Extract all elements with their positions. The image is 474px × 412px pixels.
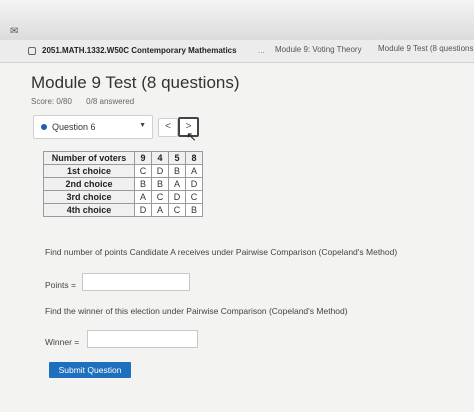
table-cell: B [168, 164, 186, 178]
mouse-cursor-icon: ↖ [186, 129, 197, 144]
voter-count: 8 [185, 151, 203, 165]
voter-count: 9 [134, 151, 152, 165]
points-label: Points = [45, 280, 76, 290]
ribbon-icon: ✉ [10, 26, 19, 37]
row-label: 4th choice [43, 203, 135, 217]
table-cell: D [151, 164, 169, 178]
row-label: 1st choice [43, 164, 135, 178]
table-row: 4th choice D A C B [43, 203, 203, 217]
table-row: 3rd choice A C D C [43, 190, 203, 204]
table-cell: B [151, 177, 169, 191]
voting-table: Number of voters 9 4 5 8 1st choice C D … [43, 151, 203, 217]
row-label: 3rd choice [43, 190, 135, 204]
browser-top-strip: ✉ [0, 0, 474, 40]
table-cell: A [168, 177, 186, 191]
voter-count: 4 [151, 151, 169, 165]
points-input[interactable] [82, 273, 190, 291]
table-row: 2nd choice B B A D [43, 177, 203, 191]
question-selector-label: Question 6 [52, 122, 96, 132]
table-cell: C [185, 190, 203, 204]
breadcrumb-module[interactable]: Module 9: Voting Theory [275, 45, 362, 54]
row-label: 2nd choice [43, 177, 135, 191]
table-header-row: Number of voters 9 4 5 8 [43, 151, 203, 165]
breadcrumb-current: Module 9 Test (8 questions) [378, 44, 474, 53]
score-text: Score: 0/80 [31, 97, 72, 106]
score-line: Score: 0/80 0/8 answered [31, 97, 146, 106]
table-cell: D [185, 177, 203, 191]
previous-question-button[interactable]: < [158, 118, 178, 137]
table-cell: D [134, 203, 152, 217]
table-cell: C [168, 203, 186, 217]
table-header-label: Number of voters [43, 151, 135, 165]
table-cell: C [151, 190, 169, 204]
winner-input[interactable] [87, 330, 198, 348]
table-cell: B [134, 177, 152, 191]
breadcrumb: 2051.MATH.1332.W50C Contemporary Mathema… [0, 40, 474, 63]
submit-question-button[interactable]: Submit Question [49, 362, 131, 378]
breadcrumb-separator: ... [258, 46, 265, 55]
breadcrumb-course[interactable]: 2051.MATH.1332.W50C Contemporary Mathema… [42, 46, 237, 55]
caret-down-icon: ▼ [139, 122, 146, 129]
answered-count: 0/8 answered [86, 97, 135, 106]
table-cell: B [185, 203, 203, 217]
test-page: Module 9 Test (8 questions) Score: 0/80 … [0, 63, 474, 412]
table-cell: A [134, 190, 152, 204]
table-cell: C [134, 164, 152, 178]
page-title: Module 9 Test (8 questions) [31, 73, 240, 92]
question-selector[interactable]: Question 6 ▼ [33, 115, 153, 139]
winner-label: Winner = [45, 337, 80, 347]
table-cell: A [185, 164, 203, 178]
question-status-dot-icon [41, 124, 47, 130]
table-cell: A [151, 203, 169, 217]
table-row: 1st choice C D B A [43, 164, 203, 178]
question-prompt-winner: Find the winner of this election under P… [45, 306, 348, 316]
table-cell: D [168, 190, 186, 204]
voter-count: 5 [168, 151, 186, 165]
question-prompt-points: Find number of points Candidate A receiv… [45, 247, 398, 257]
course-square-icon [28, 47, 36, 55]
